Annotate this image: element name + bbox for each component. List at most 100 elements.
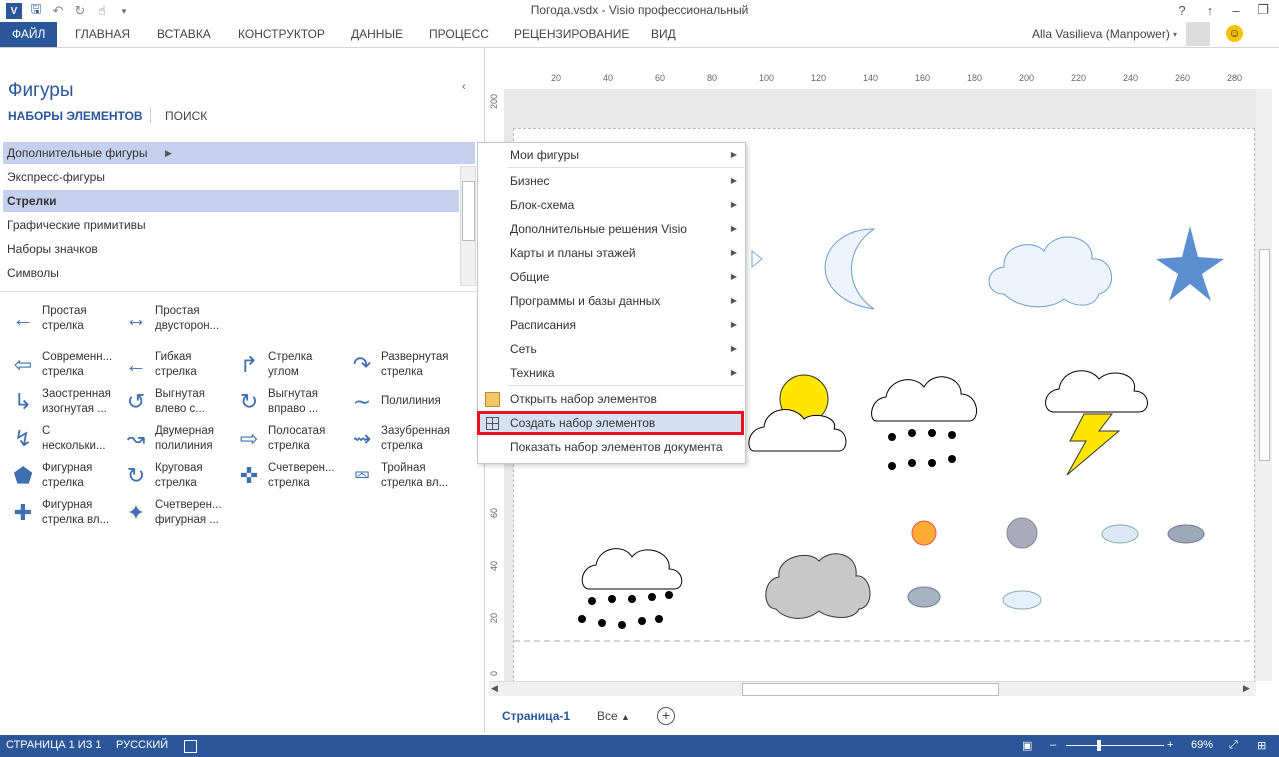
shape-label: Современн... стрелка <box>42 351 113 378</box>
vertical-scrollbar[interactable] <box>1256 89 1272 681</box>
avatar[interactable] <box>1186 22 1210 46</box>
stencil-icon-sets[interactable]: Наборы значков <box>3 238 459 260</box>
fit-page-icon[interactable]: ⤢ <box>1229 739 1238 752</box>
tab-review[interactable]: РЕЦЕНЗИРОВАНИЕ <box>514 22 629 47</box>
shape-label: Стрелка углом <box>268 351 313 378</box>
shape-master[interactable]: ✚ Фигурная стрелка вл... <box>8 498 122 530</box>
minimize-icon[interactable]: – <box>1222 0 1250 20</box>
tab-view[interactable]: ВИД <box>651 22 676 47</box>
collapse-pane-icon[interactable]: ‹ <box>462 81 466 93</box>
moon-shape[interactable] <box>824 228 876 310</box>
zoom-slider[interactable] <box>1066 745 1164 746</box>
small-moon-icon[interactable] <box>1006 517 1038 549</box>
ruler-tick-label: 100 <box>759 73 775 83</box>
scrollbar-thumb[interactable] <box>462 181 475 241</box>
user-dropdown-icon[interactable]: ▾ <box>1173 30 1177 39</box>
add-page-icon[interactable]: + <box>657 707 675 725</box>
shape-master[interactable]: ← Гибкая стрелка <box>121 350 235 382</box>
shape-master[interactable]: ↱ Стрелка углом <box>234 350 348 382</box>
user-name[interactable]: Alla Vasilieva (Manpower) <box>1032 22 1170 47</box>
switch-windows-icon[interactable]: ⊞ <box>1257 739 1266 752</box>
restore-icon[interactable]: ❐ <box>1249 0 1277 20</box>
page-indicator[interactable]: СТРАНИЦА 1 ИЗ 1 <box>6 739 102 751</box>
tab-process[interactable]: ПРОЦЕСС <box>429 22 489 47</box>
presentation-mode-icon[interactable]: ▣ <box>1022 739 1032 752</box>
scrollbar-thumb[interactable] <box>1259 249 1270 461</box>
ruler-horizontal: 20 40 60 80 100 120 140 160 180 200 220 240 260 280 <box>489 72 1272 90</box>
menu-item-category[interactable]: Блок-схема ▶ <box>478 193 745 217</box>
stencil-arrows[interactable]: Стрелки <box>3 190 459 212</box>
tab-design[interactable]: КОНСТРУКТОР <box>238 22 325 47</box>
menu-item-create-stencil[interactable]: Создать набор элементов <box>477 411 744 435</box>
shape-master[interactable]: ⬟ Фигурная стрелка <box>8 461 122 493</box>
rain-cloud-shape[interactable] <box>871 376 977 470</box>
tab-data[interactable]: ДАННЫЕ <box>351 22 403 47</box>
horizontal-scrollbar[interactable]: ◀ ▶ <box>489 681 1256 696</box>
shape-master[interactable]: ↻ Круговая стрелка <box>121 461 235 493</box>
scroll-right-icon[interactable]: ▶ <box>1243 683 1250 694</box>
shape-master[interactable]: ↳ Заостренная изогнутая ... <box>8 387 122 419</box>
star-shape[interactable] <box>1156 226 1224 301</box>
menu-item-category[interactable]: Общие ▶ <box>478 265 745 289</box>
tab-page-1[interactable]: Страница-1 <box>502 709 570 723</box>
stencil-list-scrollbar[interactable] <box>460 166 476 286</box>
small-cloud-icon[interactable] <box>1002 590 1042 610</box>
shape-master[interactable]: ✜ Счетверен... стрелка <box>234 461 348 493</box>
language-indicator[interactable]: РУССКИЙ <box>116 739 168 751</box>
menu-item-category[interactable]: Карты и планы этажей ▶ <box>478 241 745 265</box>
partly-cloudy-shape[interactable] <box>748 374 847 452</box>
tab-file[interactable]: ФАЙЛ <box>0 22 58 47</box>
small-storm-icon[interactable] <box>907 586 941 608</box>
grey-cloud-shape[interactable] <box>765 553 871 619</box>
macro-record-icon[interactable] <box>184 740 197 753</box>
scroll-left-icon[interactable]: ◀ <box>491 683 498 694</box>
small-rain-icon[interactable] <box>1167 524 1205 544</box>
menu-item-category[interactable]: Дополнительные решения Visio ▶ <box>478 217 745 241</box>
stencil-more-shapes[interactable]: Дополнительные фигуры ▶ <box>3 142 475 164</box>
smiley-feedback-icon[interactable]: ☺ <box>1226 25 1243 42</box>
heavy-rain-shape[interactable] <box>578 548 683 629</box>
tab-stencils[interactable]: НАБОРЫ ЭЛЕМЕНТОВ <box>8 109 143 123</box>
shape-master[interactable]: ↺ Выгнутая влево с... <box>121 387 235 419</box>
lightning-cloud-shape[interactable] <box>1045 370 1148 476</box>
menu-item-category[interactable]: Программы и базы данных ▶ <box>478 289 745 313</box>
menu-item-category[interactable]: Техника ▶ <box>478 361 745 385</box>
shape-master[interactable]: ↝ Двумерная полилиния <box>121 424 235 456</box>
submenu-arrow-icon: ▶ <box>730 200 737 209</box>
shape-master[interactable]: ⇦ Современн... стрелка <box>8 350 122 382</box>
cloud-shape[interactable] <box>988 236 1113 308</box>
menu-item-show-document-stencil[interactable]: Показать набор элементов документа <box>478 435 745 459</box>
zoom-level[interactable]: 69% <box>1191 739 1213 751</box>
sun-outline-shape[interactable] <box>751 249 763 269</box>
tab-insert[interactable]: ВСТАВКА <box>157 22 211 47</box>
shape-master[interactable]: ⮹ Тройная стрелка вл... <box>347 461 461 493</box>
tab-search[interactable]: ПОИСК <box>165 109 207 123</box>
stencil-symbols[interactable]: Символы <box>3 262 459 284</box>
small-sun-icon[interactable] <box>911 520 937 546</box>
shape-master[interactable]: ↔ Простая двусторон... <box>121 304 235 336</box>
shape-master[interactable]: ⇝ Зазубренная стрелка <box>347 424 461 456</box>
zoom-out-icon[interactable]: – <box>1050 739 1056 751</box>
menu-item-category[interactable]: Сеть ▶ <box>478 337 745 361</box>
shape-master[interactable]: ∼ Полилиния <box>347 387 461 419</box>
shape-master[interactable]: ⇨ Полосатая стрелка <box>234 424 348 456</box>
stencil-quick-shapes[interactable]: Экспресс-фигуры <box>3 166 459 188</box>
menu-item-category[interactable]: Расписания ▶ <box>478 313 745 337</box>
zoom-in-icon[interactable]: + <box>1167 739 1173 751</box>
shape-master[interactable]: ← Простая стрелка <box>8 304 122 336</box>
menu-item-category[interactable]: Бизнес ▶ <box>478 169 745 193</box>
all-pages-button[interactable]: Все ▲ <box>597 709 630 723</box>
ribbon-display-icon[interactable]: ↑ <box>1196 0 1224 20</box>
tab-home[interactable]: ГЛАВНАЯ <box>75 22 130 47</box>
small-partly-cloudy-icon[interactable] <box>1101 524 1139 544</box>
menu-item-category[interactable]: Мои фигуры ▶ <box>478 143 745 167</box>
shape-master[interactable]: ↯ Снескольки... <box>8 424 122 456</box>
menu-item-open-stencil[interactable]: Открыть набор элементов <box>478 387 745 411</box>
shape-master[interactable]: ✦ Счетверен... фигурная ... <box>121 498 235 530</box>
stencil-primitives[interactable]: Графические примитивы <box>3 214 459 236</box>
zoom-slider-thumb[interactable] <box>1097 740 1101 751</box>
scrollbar-thumb[interactable] <box>742 683 999 696</box>
help-icon[interactable]: ? <box>1168 0 1196 20</box>
shape-master[interactable]: ↷ Развернутая стрелка <box>347 350 461 382</box>
shape-master[interactable]: ↻ Выгнутая вправо ... <box>234 387 348 419</box>
